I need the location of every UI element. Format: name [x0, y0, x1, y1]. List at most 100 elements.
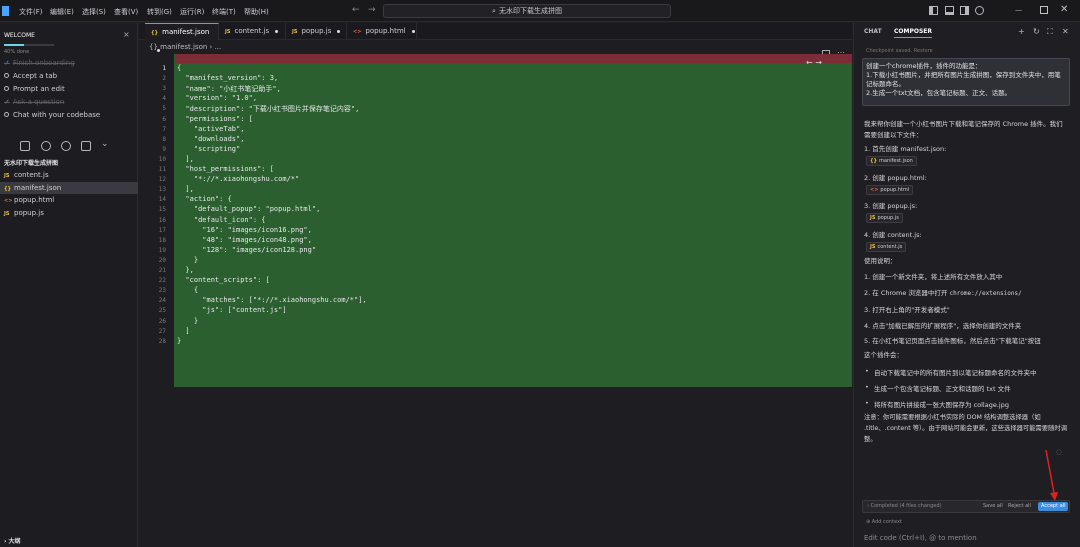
line-number: 25	[158, 307, 166, 315]
save-all-button[interactable]: Save all	[983, 501, 1003, 512]
window-close-button[interactable]: ✕	[1060, 4, 1068, 15]
accept-all-button[interactable]: Accept all	[1038, 502, 1069, 511]
close-icon[interactable]: ✕	[1062, 27, 1069, 36]
usage-step-4: 4. 点击"加载已解压的扩展程序"，选择你创建的文件夹	[864, 322, 1022, 330]
editor-empty-space[interactable]	[139, 387, 852, 547]
unsaved-dot-icon[interactable]	[337, 29, 341, 33]
unsaved-dot-icon[interactable]	[411, 29, 415, 33]
editor-tab[interactable]: {} manifest.json	[145, 23, 219, 52]
unsaved-dot-icon[interactable]	[275, 29, 279, 33]
onboarding-step[interactable]: ✓ Ask a question	[4, 98, 64, 106]
composer-input[interactable]: Edit code (Ctrl+I), @ to mention	[862, 531, 1070, 547]
code-line: "default_popup": "popup.html",	[177, 205, 321, 214]
welcome-title: WELCOME	[4, 32, 35, 39]
code-line: ],	[177, 185, 194, 194]
code-line: {	[177, 286, 199, 295]
usage-step-2: 2. 在 Chrome 浏览器中打开 chrome://extensions/	[864, 288, 1022, 299]
code-line: "version": "1.0",	[177, 94, 258, 103]
completed-status[interactable]: › Completed (4 files changed)	[867, 501, 942, 512]
nav-forward-icon[interactable]: →	[368, 5, 376, 15]
line-number: 16	[158, 216, 166, 224]
line-number: 14	[158, 196, 166, 204]
menu-selection[interactable]: 选择(S)	[82, 7, 106, 17]
onboarding-step-label: Accept a tab	[13, 72, 58, 80]
file-tree-item[interactable]: JS popup.js	[0, 207, 138, 219]
tab-composer[interactable]: COMPOSER	[894, 28, 933, 38]
plus-icon[interactable]: +	[1018, 27, 1025, 36]
file-step-label: 2. 创建 popup.html:	[864, 174, 927, 182]
welcome-close-icon[interactable]: ×	[123, 30, 130, 39]
menu-go[interactable]: 转到(G)	[147, 7, 172, 17]
onboarding-step[interactable]: Accept a tab	[4, 72, 57, 80]
tab-chat[interactable]: CHAT	[864, 28, 882, 35]
breadcrumb[interactable]: {} manifest.json › ...	[149, 43, 221, 51]
file-tree-item[interactable]: {} manifest.json	[0, 181, 138, 194]
toggle-panel-icon[interactable]	[945, 6, 954, 15]
nav-back-icon[interactable]: ←	[352, 5, 360, 15]
code-line: "activeTab",	[177, 124, 245, 133]
code-line: "matches": ["*://*.xiaohongshu.com/*"],	[177, 296, 367, 305]
menu-help[interactable]: 帮助(H)	[244, 7, 269, 17]
menu-edit[interactable]: 编辑(E)	[50, 7, 74, 17]
maximize-icon[interactable]: ⛶	[1047, 27, 1053, 37]
code-line: }	[177, 336, 182, 345]
reject-all-button[interactable]: Reject all	[1008, 501, 1031, 512]
chevron-down-icon[interactable]: ⌄	[101, 139, 109, 149]
search-icon[interactable]	[41, 141, 51, 151]
menu-file[interactable]: 文件(F)	[19, 7, 43, 17]
extensions-icon[interactable]	[81, 141, 91, 151]
history-icon[interactable]: ↻	[1033, 27, 1040, 36]
folder-name[interactable]: 无水印下载生成拼图	[4, 158, 58, 167]
add-context-button[interactable]: ⊕ Add context	[866, 519, 902, 525]
outline-section[interactable]: › 大纲	[4, 536, 21, 545]
command-search-input[interactable]: ⌕ 无水印下载生成拼图	[383, 4, 671, 18]
code-line: "content_scripts": [	[177, 276, 270, 285]
menu-view[interactable]: 查看(V)	[114, 7, 138, 17]
menu-run[interactable]: 运行(R)	[180, 7, 204, 17]
code-diff-area[interactable]: 1 2 3 4 5 6 7 8 9 10 11 12 13 14 15 16 17 18 19 20 21 22 23 24 2…	[139, 54, 852, 387]
toggle-sidebar-icon[interactable]	[929, 6, 938, 15]
editor-area: {} manifest.json JS content.js JS popup.js <> p…	[139, 23, 852, 547]
onboarding-step[interactable]: Chat with your codebase	[4, 111, 100, 119]
source-control-icon[interactable]	[61, 141, 71, 151]
onboarding-step[interactable]: Prompt an edit	[4, 85, 65, 93]
code-line: "permissions": [	[177, 114, 253, 123]
line-number: 21	[158, 267, 166, 274]
code-line: "default_icon": {	[177, 215, 266, 224]
user-message[interactable]: 创建一个chrome插件，插件的功能是： 1.下载小红书图片，并把所有图片生成拼…	[862, 58, 1070, 106]
file-type-icon: {}	[151, 30, 159, 36]
window-maximize-button[interactable]	[1040, 6, 1048, 14]
toggle-aux-bar-icon[interactable]	[960, 6, 969, 15]
settings-gear-icon[interactable]	[975, 6, 984, 15]
file-tree-item[interactable]: <> popup.html	[0, 194, 138, 206]
plugin-will-text: 这个插件会：	[864, 351, 903, 359]
file-chip[interactable]: JS popup.js	[866, 213, 903, 223]
editor-tab[interactable]: JS popup.js	[286, 23, 347, 40]
menu-terminal[interactable]: 终端(T)	[212, 7, 236, 17]
usage-step-5: 5. 在小红书笔记页面点击插件图标，然后点击"下载笔记"按钮	[864, 337, 1041, 345]
file-type-icon: JS	[870, 244, 876, 250]
code-line: },	[177, 266, 194, 274]
line-number: 1	[162, 65, 166, 72]
file-chip[interactable]: <> popup.html	[866, 185, 914, 195]
checkpoint-text[interactable]: Checkpoint saved. Restore	[866, 48, 933, 54]
feature-bullet: 将所有图片拼接成一张大图保存为 collage.jpg	[865, 399, 1009, 409]
files-icon[interactable]	[20, 141, 30, 151]
file-tree-item[interactable]: JS content.js	[0, 169, 138, 181]
app-logo-icon	[2, 6, 9, 16]
circle-icon	[4, 73, 9, 78]
diff-nav-arrows[interactable]: ← →	[806, 58, 822, 67]
editor-tab[interactable]: <> popup.html	[347, 23, 417, 40]
line-number: 15	[158, 206, 166, 214]
tab-label: popup.html	[365, 27, 406, 35]
diff-removed-line	[175, 54, 852, 63]
editor-tab[interactable]: JS content.js	[219, 23, 286, 40]
code-line: ],	[177, 154, 194, 163]
window-minimize-button[interactable]: —	[1015, 6, 1022, 14]
composer-input-placeholder: Edit code (Ctrl+I), @ to mention	[864, 534, 977, 542]
file-chip[interactable]: {} manifest.json	[866, 156, 917, 166]
onboarding-step[interactable]: ✓ Finish onboarding	[4, 59, 75, 67]
code-line: "downloads",	[177, 134, 245, 143]
file-chip-label: manifest.json	[879, 158, 913, 164]
file-chip[interactable]: JS content.js	[866, 242, 907, 252]
